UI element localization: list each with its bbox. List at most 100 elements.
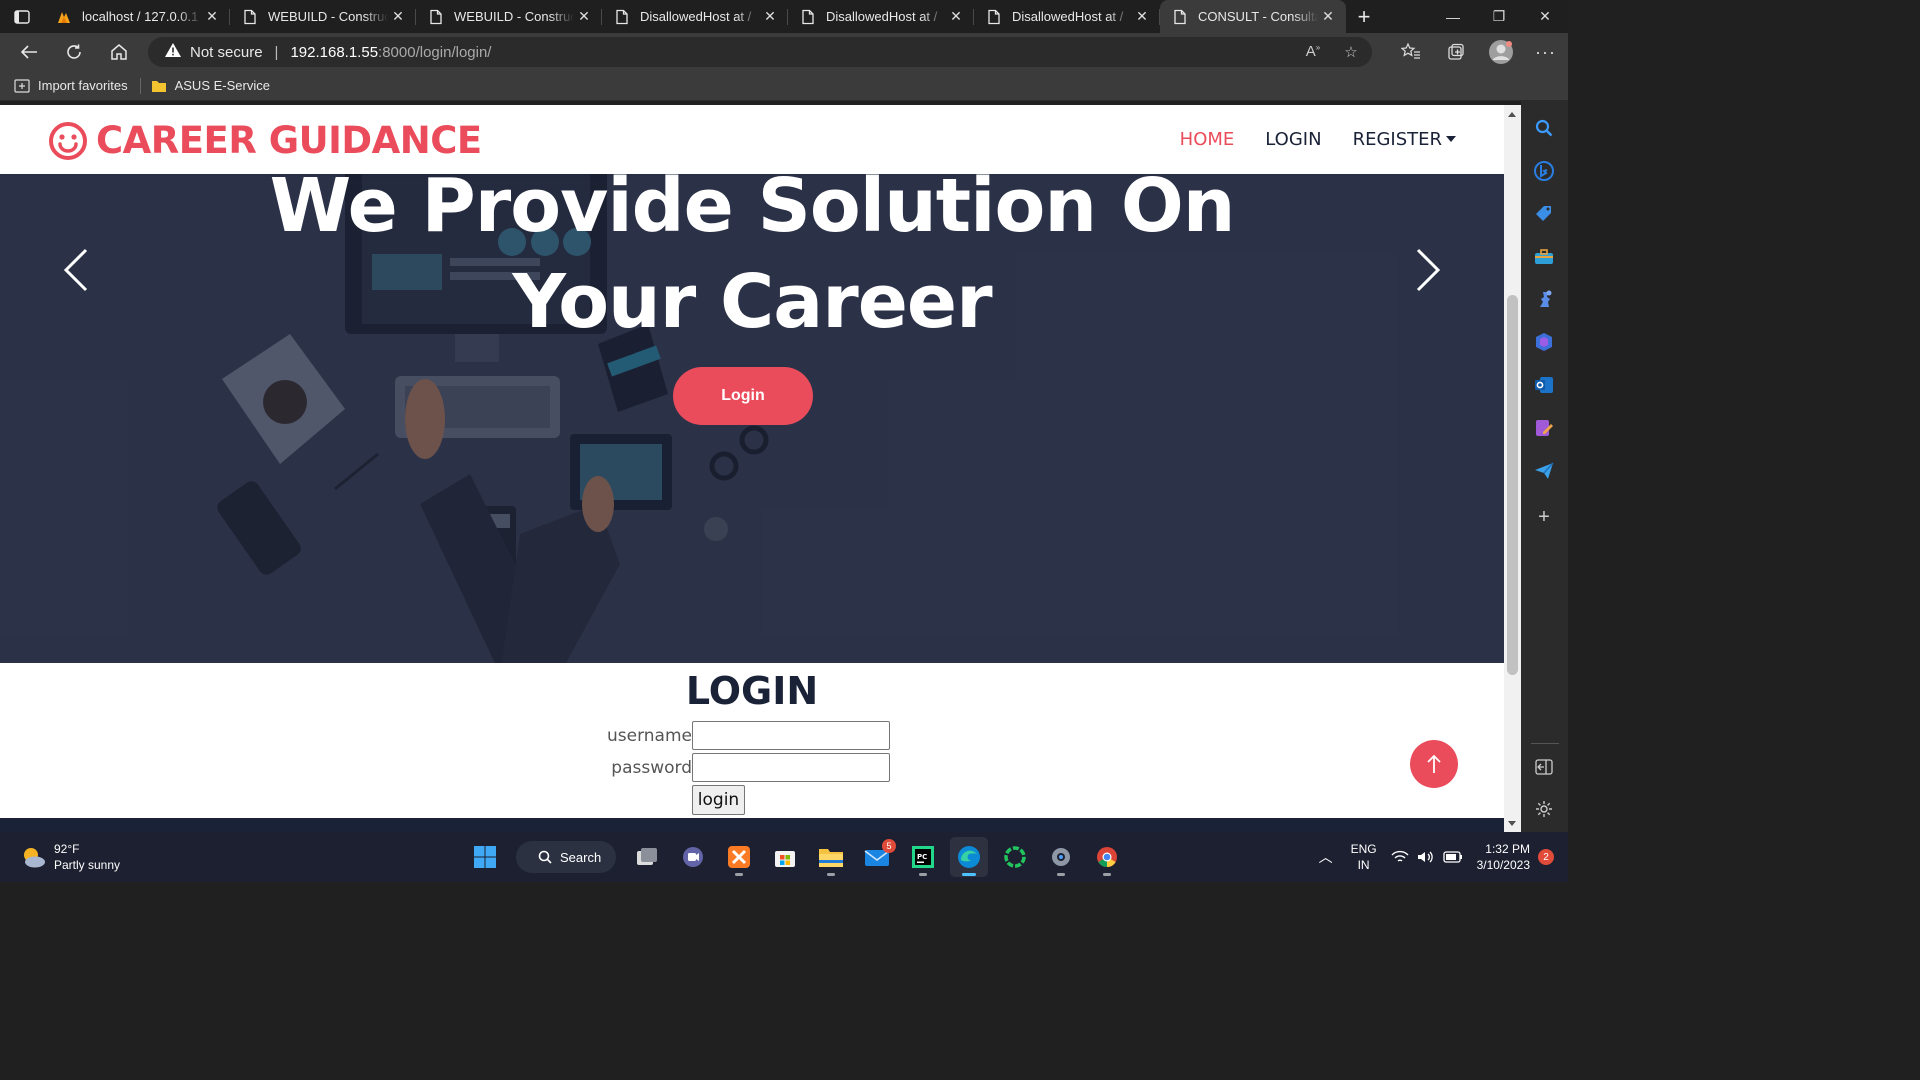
- mail-button[interactable]: 5: [858, 837, 896, 877]
- circle-app-button[interactable]: [996, 837, 1034, 877]
- profile-button[interactable]: [1478, 33, 1523, 71]
- import-icon: [14, 78, 30, 93]
- tab[interactable]: WEBUILD - Constructi ✕: [230, 0, 416, 33]
- username-label: username: [607, 725, 692, 746]
- hide-sidebar-button[interactable]: [1533, 756, 1555, 778]
- games-button[interactable]: [1533, 288, 1555, 310]
- teams-chat-button[interactable]: [674, 837, 712, 877]
- chat-icon: [683, 847, 703, 867]
- tab[interactable]: DisallowedHost at / ✕: [974, 0, 1160, 33]
- page-scrollbar[interactable]: [1504, 105, 1521, 832]
- close-tab-icon[interactable]: ✕: [1318, 8, 1338, 25]
- username-input[interactable]: [692, 721, 890, 750]
- collections-button[interactable]: [1433, 33, 1478, 71]
- scroll-down-arrow-icon[interactable]: [1508, 821, 1516, 826]
- tab-active[interactable]: CONSULT - Consultan ✕: [1160, 0, 1346, 33]
- footer-strip: [0, 818, 1504, 832]
- login-heading: LOGIN: [685, 669, 819, 713]
- language-indicator[interactable]: ENG IN: [1351, 841, 1377, 873]
- file-explorer-button[interactable]: [812, 837, 850, 877]
- clock-time: 1:32 PM: [1485, 842, 1530, 856]
- edge-button[interactable]: [950, 837, 988, 877]
- tab-title: CONSULT - Consultan: [1198, 9, 1318, 24]
- toolbox-icon: [1535, 249, 1553, 264]
- weather-widget[interactable]: 92°F Partly sunny: [20, 841, 120, 873]
- carousel-prev-button[interactable]: [62, 248, 92, 292]
- taskbar-search[interactable]: Search: [516, 841, 616, 873]
- close-tab-icon[interactable]: ✕: [202, 8, 222, 25]
- security-status[interactable]: Not secure: [190, 44, 263, 61]
- tab[interactable]: localhost / 127.0.0.1 / ✕: [44, 0, 230, 33]
- bing-chat-button[interactable]: [1533, 160, 1555, 182]
- nav-register-label: REGISTER: [1352, 129, 1442, 150]
- send-button[interactable]: [1533, 460, 1555, 482]
- paper-plane-icon: [1535, 462, 1554, 479]
- close-tab-icon[interactable]: ✕: [1132, 8, 1152, 25]
- carousel-next-button[interactable]: [1412, 248, 1442, 292]
- tab[interactable]: DisallowedHost at / ✕: [788, 0, 974, 33]
- read-aloud-icon[interactable]: A»: [1300, 43, 1326, 61]
- chevron-up-icon[interactable]: ︿: [1319, 847, 1333, 867]
- password-input[interactable]: [692, 753, 890, 782]
- nav-login[interactable]: LOGIN: [1265, 129, 1321, 150]
- task-view-button[interactable]: [628, 837, 666, 877]
- battery-icon[interactable]: [1442, 851, 1463, 863]
- chrome-button[interactable]: [1088, 837, 1126, 877]
- tab[interactable]: DisallowedHost at / ✕: [602, 0, 788, 33]
- warning-icon[interactable]: [164, 42, 182, 62]
- sidebar-settings-button[interactable]: [1533, 798, 1555, 820]
- favorites-icon: [1400, 43, 1420, 59]
- close-tab-icon[interactable]: ✕: [574, 8, 594, 25]
- site-logo[interactable]: CAREER GUIDANCE: [48, 119, 482, 162]
- clock[interactable]: 1:32 PM 3/10/2023: [1477, 841, 1530, 873]
- refresh-button[interactable]: [51, 33, 96, 71]
- start-button[interactable]: [466, 837, 504, 877]
- nav-register-dropdown[interactable]: REGISTER: [1353, 129, 1456, 150]
- nav-home[interactable]: HOME: [1180, 129, 1235, 150]
- scrollbar-thumb[interactable]: [1507, 295, 1518, 675]
- settings-button[interactable]: [1042, 837, 1080, 877]
- microsoft-365-button[interactable]: [1533, 331, 1555, 353]
- favorite-item-asus[interactable]: ASUS E-Service: [151, 78, 270, 93]
- url-path: :8000/login/login/: [378, 43, 492, 61]
- notification-badge[interactable]: 2: [1538, 849, 1554, 865]
- drop-button[interactable]: [1533, 417, 1555, 439]
- tab[interactable]: WEBUILD - Constructi ✕: [416, 0, 602, 33]
- more-icon: ···: [1535, 41, 1556, 62]
- search-sidebar-button[interactable]: [1533, 117, 1555, 139]
- close-tab-icon[interactable]: ✕: [946, 8, 966, 25]
- outlook-icon: [1535, 377, 1553, 393]
- login-submit-button[interactable]: login: [692, 785, 745, 815]
- minimize-button[interactable]: —: [1430, 0, 1476, 33]
- back-to-top-button[interactable]: [1410, 740, 1458, 788]
- volume-icon[interactable]: [1417, 850, 1435, 864]
- new-tab-button[interactable]: +: [1346, 0, 1382, 33]
- back-button[interactable]: [6, 33, 51, 71]
- wifi-icon[interactable]: [1391, 850, 1409, 864]
- pycharm-button[interactable]: PC: [904, 837, 942, 877]
- favorite-label: ASUS E-Service: [174, 78, 270, 93]
- close-tab-icon[interactable]: ✕: [388, 8, 408, 25]
- caret-down-icon: [1446, 136, 1456, 142]
- tab-actions-button[interactable]: [0, 0, 44, 33]
- restore-button[interactable]: ❐: [1476, 0, 1522, 33]
- favorites-button[interactable]: [1388, 33, 1433, 71]
- hero-login-button[interactable]: Login: [673, 367, 813, 425]
- shopping-button[interactable]: [1533, 203, 1555, 225]
- outlook-button[interactable]: [1533, 374, 1555, 396]
- add-favorite-icon[interactable]: ☆: [1338, 43, 1364, 61]
- close-window-button[interactable]: ✕: [1522, 0, 1568, 33]
- close-tab-icon[interactable]: ✕: [760, 8, 780, 25]
- add-sidebar-app-button[interactable]: +: [1533, 506, 1555, 528]
- hero-carousel: We Provide Solution On Your Career Login: [0, 174, 1504, 663]
- address-bar[interactable]: Not secure | 192.168.1.55:8000/login/log…: [148, 37, 1372, 67]
- favorite-item-import[interactable]: Import favorites: [14, 78, 128, 93]
- home-button[interactable]: [96, 33, 141, 71]
- xampp-button[interactable]: [720, 837, 758, 877]
- microsoft-store-button[interactable]: [766, 837, 804, 877]
- scroll-up-arrow-icon[interactable]: [1508, 112, 1516, 117]
- tools-button[interactable]: [1533, 246, 1555, 268]
- tab-title: localhost / 127.0.0.1 /: [82, 9, 202, 24]
- edge-icon: [958, 846, 980, 868]
- settings-more-button[interactable]: ···: [1523, 33, 1568, 71]
